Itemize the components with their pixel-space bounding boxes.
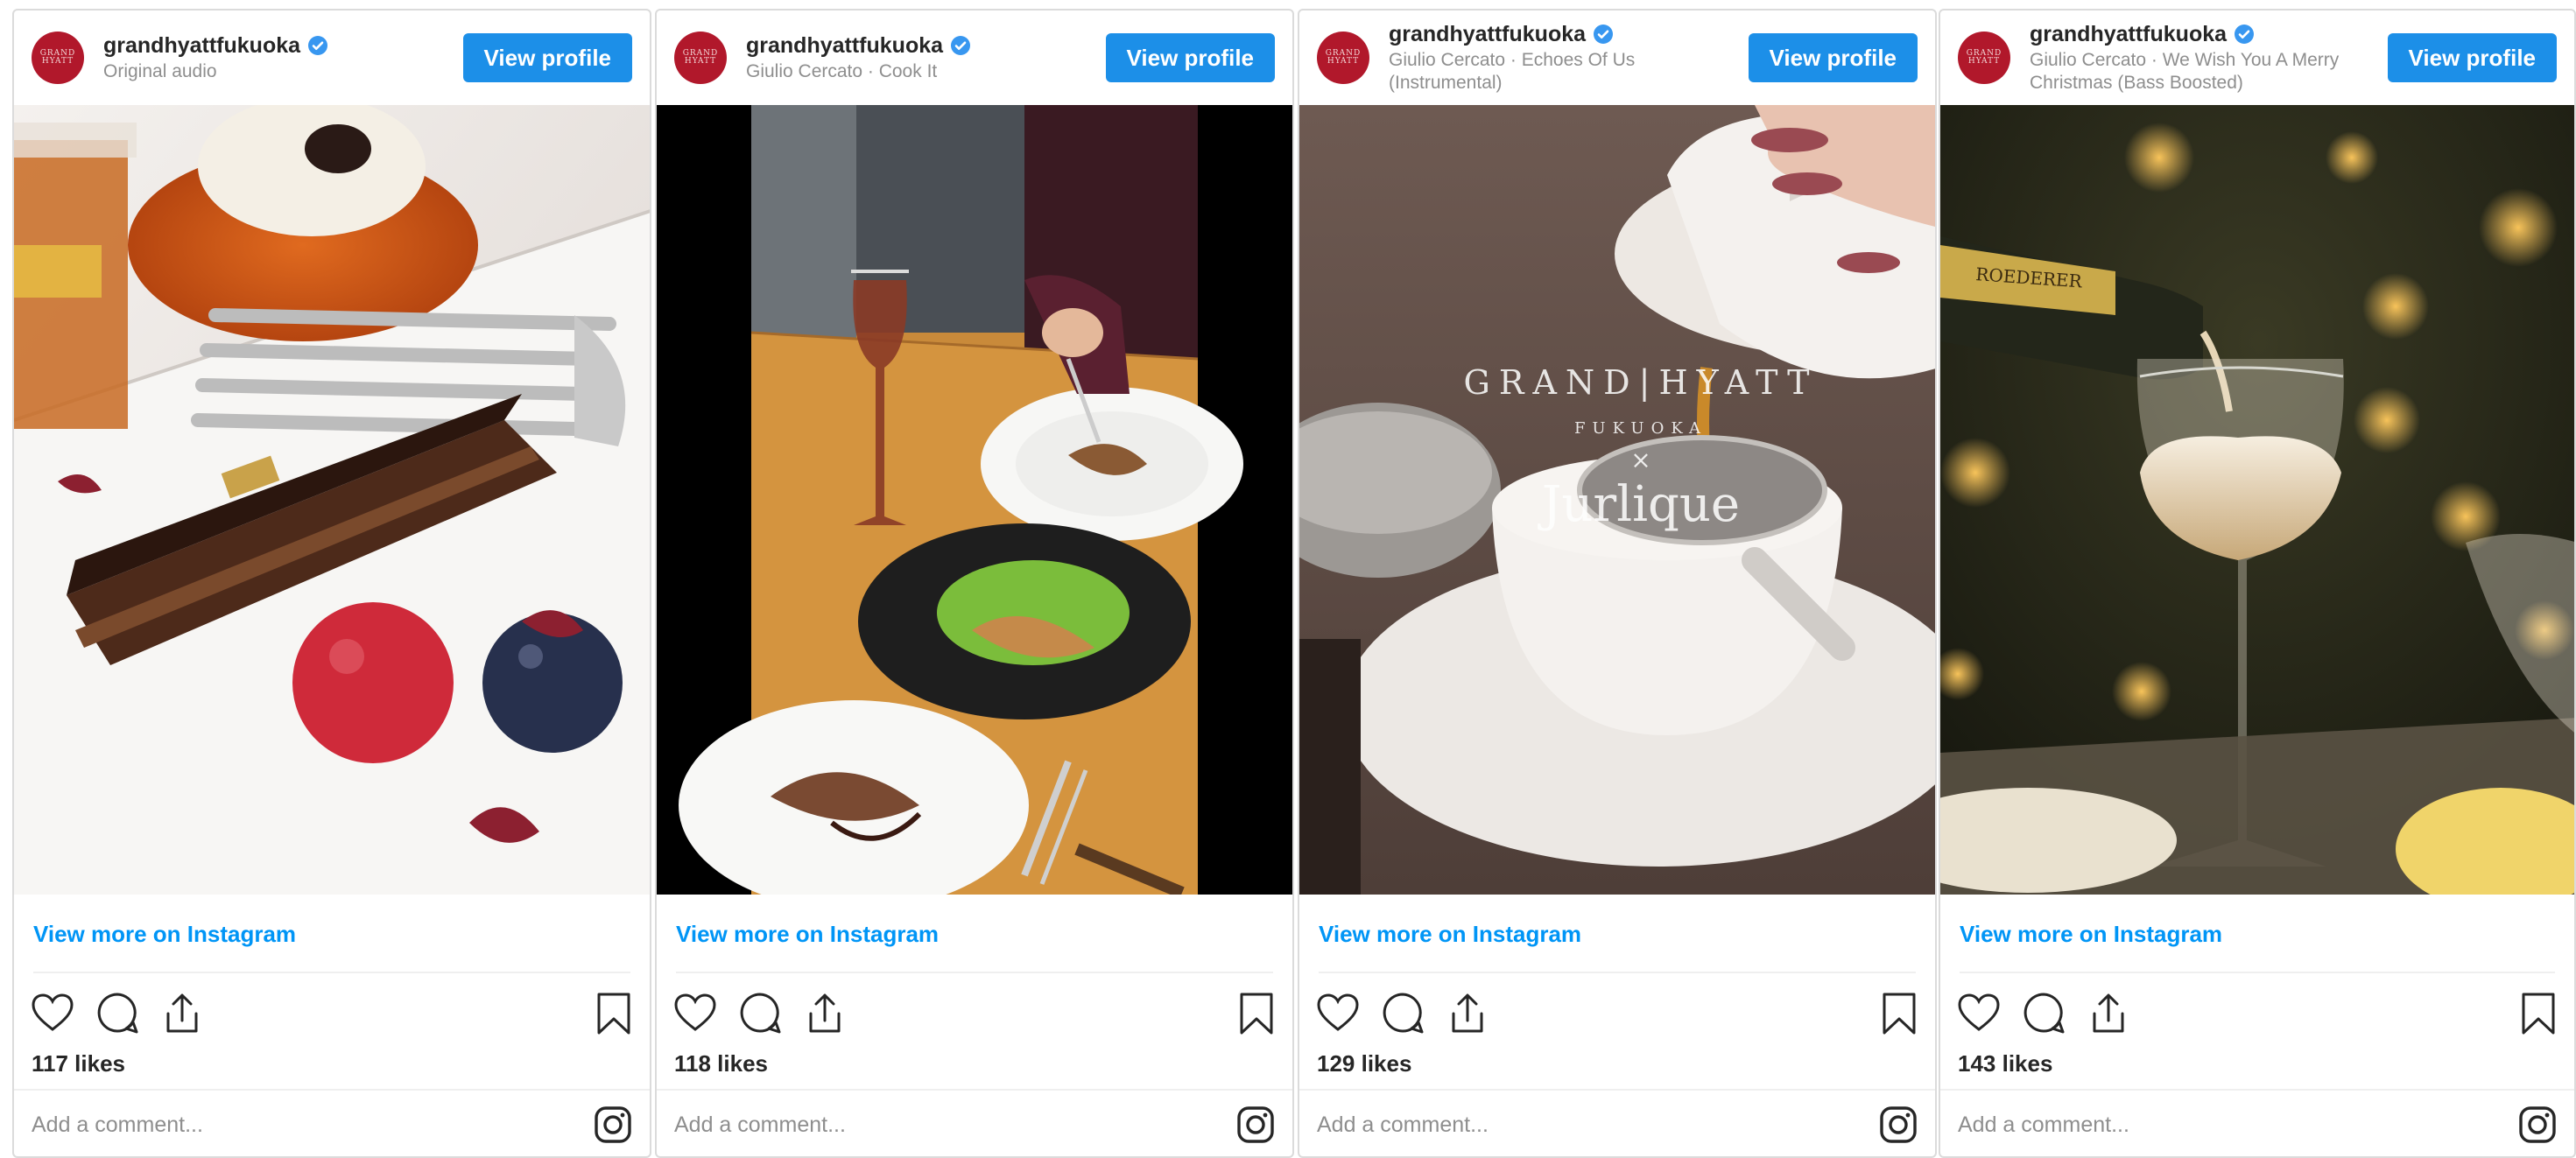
comment-icon[interactable]: [737, 991, 783, 1036]
comment-icon[interactable]: [95, 991, 140, 1036]
audio-label[interactable]: Original audio: [103, 60, 453, 83]
avatar[interactable]: GRAND HYATT: [674, 32, 727, 84]
header-text: grandhyattfukuoka Giulio Cercato · Echoe…: [1389, 21, 1738, 95]
overlay-partner: Jurlique: [1538, 476, 1740, 533]
view-profile-button[interactable]: View profile: [1105, 33, 1275, 82]
view-profile-button[interactable]: View profile: [1748, 33, 1918, 82]
comment-input[interactable]: [1958, 1112, 2518, 1138]
user-row: grandhyattfukuoka: [1389, 21, 1738, 47]
header-text: grandhyattfukuoka Giulio Cercato · Cook …: [746, 32, 1095, 83]
comment-input[interactable]: [674, 1112, 1236, 1138]
verified-badge-icon: [1594, 25, 1614, 44]
audio-label[interactable]: Giulio Cercato · We Wish You A Merry Chr…: [2030, 49, 2377, 95]
likes-count[interactable]: 129 likes: [1317, 1050, 1411, 1077]
card-header: GRAND HYATT grandhyattfukuoka Giulio Cer…: [657, 11, 1292, 105]
share-icon[interactable]: [159, 991, 205, 1036]
post-media[interactable]: [657, 105, 1292, 895]
divider: [1960, 972, 2555, 973]
post-media[interactable]: [14, 105, 650, 895]
comment-row: [1958, 1091, 2557, 1156]
overlay-city: FUKUOKA: [1574, 419, 1707, 438]
verified-badge-icon: [951, 36, 971, 55]
comment-row: [674, 1091, 1275, 1156]
header-text: grandhyattfukuoka Giulio Cercato · We Wi…: [2030, 21, 2377, 95]
instagram-icon[interactable]: [1236, 1105, 1275, 1144]
avatar[interactable]: GRAND HYATT: [1317, 32, 1369, 84]
card-header: GRAND HYATT grandhyattfukuoka Giulio Cer…: [1299, 11, 1935, 105]
likes-count[interactable]: 117 likes: [32, 1050, 125, 1077]
tea-pour-image: GRAND|HYATT FUKUOKA × Jurlique: [1299, 105, 1935, 895]
share-icon[interactable]: [1445, 991, 1490, 1036]
view-profile-button[interactable]: View profile: [462, 33, 632, 82]
comment-icon[interactable]: [2021, 991, 2066, 1036]
instagram-embed-card: GRAND HYATT grandhyattfukuoka Giulio Cer…: [655, 9, 1294, 1158]
divider: [1319, 972, 1916, 973]
overlay-x: ×: [1630, 446, 1650, 474]
view-more-link[interactable]: View more on Instagram: [1960, 921, 2222, 948]
view-profile-button[interactable]: View profile: [2387, 33, 2557, 82]
heart-icon[interactable]: [30, 991, 75, 1036]
header-text: grandhyattfukuoka Original audio: [103, 32, 453, 83]
action-bar: [1315, 989, 1919, 1038]
instagram-embed-card: GRAND HYATT grandhyattfukuoka Original a…: [12, 9, 651, 1158]
heart-icon[interactable]: [1956, 991, 2002, 1036]
overlay-brand: GRAND|HYATT: [1464, 363, 1819, 402]
user-row: grandhyattfukuoka: [746, 32, 1095, 59]
verified-badge-icon: [308, 36, 328, 55]
audio-label[interactable]: Giulio Cercato · Cook It: [746, 60, 1095, 83]
share-icon[interactable]: [2086, 991, 2131, 1036]
bookmark-icon[interactable]: [594, 991, 634, 1036]
instagram-embed-card: GRAND HYATT grandhyattfukuoka Giulio Cer…: [1939, 9, 2576, 1158]
likes-count[interactable]: 118 likes: [674, 1050, 768, 1077]
username[interactable]: grandhyattfukuoka: [2030, 21, 2227, 47]
user-row: grandhyattfukuoka: [2030, 21, 2377, 47]
view-more-link[interactable]: View more on Instagram: [33, 921, 296, 948]
username[interactable]: grandhyattfukuoka: [103, 32, 300, 59]
post-media[interactable]: GRAND|HYATT FUKUOKA × Jurlique: [1299, 105, 1935, 895]
verified-badge-icon: [2235, 25, 2255, 44]
comment-icon[interactable]: [1380, 991, 1425, 1036]
view-more-link[interactable]: View more on Instagram: [676, 921, 939, 948]
instagram-icon[interactable]: [2518, 1105, 2557, 1144]
instagram-embed-card: GRAND HYATT grandhyattfukuoka Giulio Cer…: [1298, 9, 1937, 1158]
dessert-image: [14, 105, 650, 895]
bookmark-icon[interactable]: [1236, 991, 1277, 1036]
card-header: GRAND HYATT grandhyattfukuoka Original a…: [14, 11, 650, 105]
card-header: GRAND HYATT grandhyattfukuoka Giulio Cer…: [1940, 11, 2574, 105]
comment-input[interactable]: [32, 1112, 594, 1138]
view-more-link[interactable]: View more on Instagram: [1319, 921, 1581, 948]
share-icon[interactable]: [802, 991, 848, 1036]
heart-icon[interactable]: [1315, 991, 1361, 1036]
instagram-icon[interactable]: [1879, 1105, 1918, 1144]
heart-icon[interactable]: [672, 991, 718, 1036]
champagne-image: ROEDERER: [1940, 105, 2574, 895]
action-bar: [672, 989, 1277, 1038]
action-bar: [30, 989, 634, 1038]
comment-input[interactable]: [1317, 1112, 1879, 1138]
instagram-icon[interactable]: [594, 1105, 632, 1144]
avatar[interactable]: GRAND HYATT: [32, 32, 84, 84]
bookmark-icon[interactable]: [1879, 991, 1919, 1036]
divider: [33, 972, 630, 973]
comment-row: [32, 1091, 632, 1156]
post-media[interactable]: ROEDERER: [1940, 105, 2574, 895]
action-bar: [1956, 989, 2558, 1038]
audio-label[interactable]: Giulio Cercato · Echoes Of Us (Instrumen…: [1389, 49, 1738, 95]
user-row: grandhyattfukuoka: [103, 32, 453, 59]
bookmark-icon[interactable]: [2518, 991, 2558, 1036]
comment-row: [1317, 1091, 1918, 1156]
username[interactable]: grandhyattfukuoka: [746, 32, 943, 59]
likes-count[interactable]: 143 likes: [1958, 1050, 2052, 1077]
username[interactable]: grandhyattfukuoka: [1389, 21, 1586, 47]
avatar[interactable]: GRAND HYATT: [1958, 32, 2010, 84]
dining-table-image: [657, 105, 1292, 895]
divider: [676, 972, 1273, 973]
embed-grid: GRAND HYATT grandhyattfukuoka Original a…: [0, 0, 2576, 1158]
